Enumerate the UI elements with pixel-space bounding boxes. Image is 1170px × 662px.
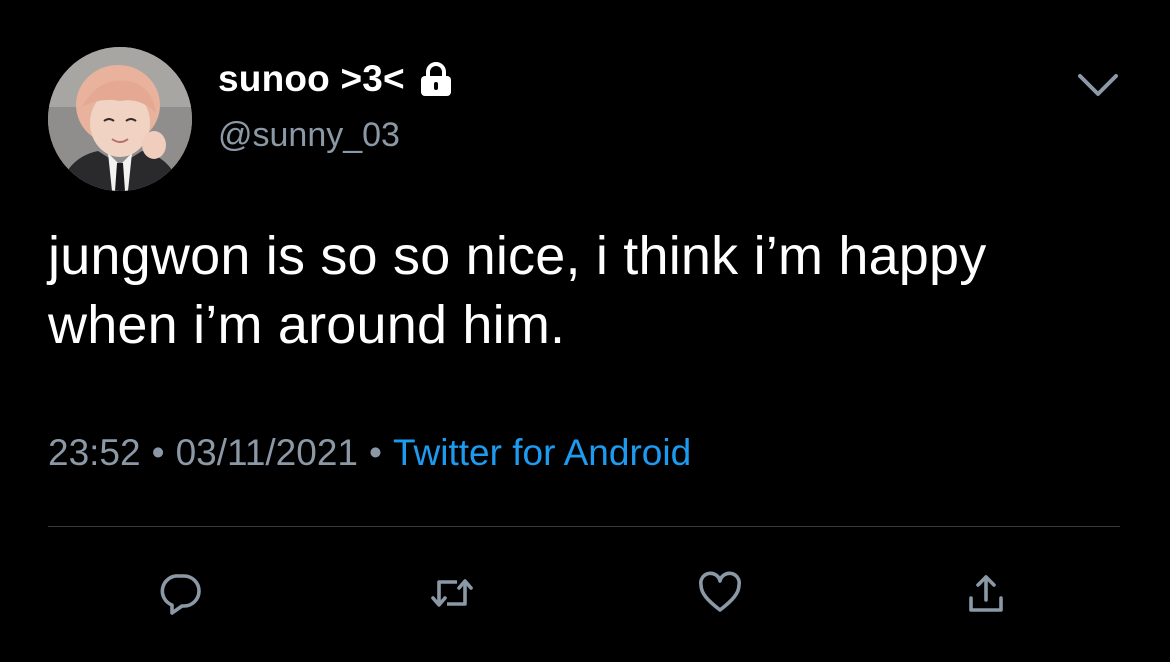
- tweet-meta: 23:52 • 03/11/2021 • Twitter for Android: [48, 432, 691, 474]
- like-button[interactable]: [695, 568, 745, 618]
- tweet-actions: [0, 568, 1170, 618]
- share-button[interactable]: [961, 568, 1011, 618]
- tweet-text-line: when i’m around him.: [48, 295, 566, 355]
- share-icon: [969, 575, 1003, 612]
- avatar-photo: [48, 47, 192, 191]
- avatar[interactable]: [48, 47, 192, 191]
- like-icon: [699, 571, 741, 612]
- meta-separator: •: [369, 432, 382, 473]
- meta-separator: •: [151, 432, 165, 473]
- tweet-source-link[interactable]: Twitter for Android: [393, 432, 691, 473]
- user-handle[interactable]: @sunny_03: [218, 116, 400, 155]
- tweet-text: jungwon is so so nice, i think i’m happy…: [48, 222, 1138, 360]
- tweet-date[interactable]: 03/11/2021: [176, 432, 358, 473]
- tweet-text-line: jungwon is so so nice, i think i’m happy: [48, 226, 987, 286]
- display-name[interactable]: sunoo >3<: [218, 58, 453, 100]
- retweet-button[interactable]: [427, 568, 477, 618]
- lock-icon: [419, 61, 453, 97]
- reply-button[interactable]: [156, 568, 206, 618]
- divider: [48, 526, 1120, 527]
- display-name-text: sunoo >3<: [218, 58, 405, 99]
- reply-icon: [160, 574, 201, 615]
- chevron-down-icon[interactable]: [1076, 70, 1120, 100]
- retweet-icon: [431, 579, 473, 607]
- tweet-time[interactable]: 23:52: [48, 432, 141, 473]
- tweet-card: sunoo >3< @sunny_03 jungwon is so so nic…: [0, 0, 1170, 662]
